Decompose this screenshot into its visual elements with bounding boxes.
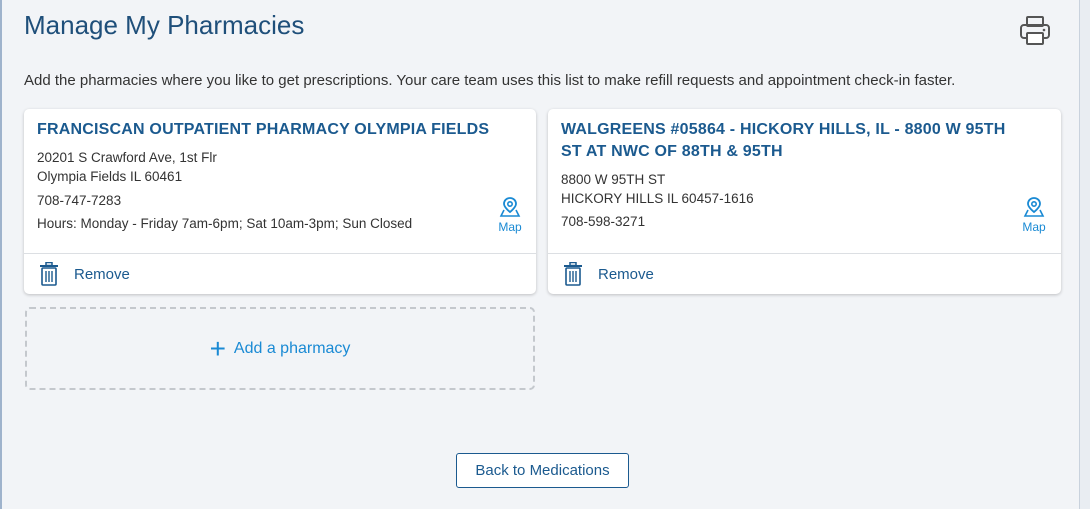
pharmacy-address-line2: Olympia Fields IL 60461 [37,169,183,184]
trash-icon [40,262,58,286]
page-description: Add the pharmacies where you like to get… [24,72,956,89]
map-button[interactable]: Map [1016,196,1052,240]
printer-icon [1020,16,1050,45]
pharmacies-page: Manage My Pharmacies Add the pharmacies … [0,0,1080,509]
remove-button[interactable]: Remove [38,260,130,288]
pharmacy-name-link[interactable]: FRANCISCAN OUTPATIENT PHARMACY OLYMPIA F… [37,119,496,141]
print-button[interactable] [1018,14,1052,48]
remove-label: Remove [74,265,130,283]
pharmacy-phone: 708-598-3271 [561,214,646,229]
plus-icon: + [209,332,226,364]
map-label: Map [498,220,522,234]
pharmacy-hours: Hours: Monday - Friday 7am-6pm; Sat 10am… [37,216,413,231]
card-divider [548,253,1061,254]
card-divider [24,253,536,254]
add-pharmacy-label: Add a pharmacy [233,339,351,357]
trash-icon [564,262,582,286]
pharmacy-phone: 708-747-7283 [37,193,122,208]
map-pin-icon [1023,197,1045,217]
pharmacy-card: WALGREENS #05864 - HICKORY HILLS, IL - 8… [548,109,1061,294]
pharmacy-address-line2: HICKORY HILLS IL 60457-1616 [561,191,754,206]
page-title: Manage My Pharmacies [24,10,305,40]
back-to-medications-button[interactable]: Back to Medications [456,453,629,488]
map-button[interactable]: Map [492,196,528,240]
pharmacy-name-link[interactable]: WALGREENS #05864 - HICKORY HILLS, IL - 8… [561,119,1021,163]
add-pharmacy-button[interactable]: + Add a pharmacy [25,307,535,390]
pharmacy-card: FRANCISCAN OUTPATIENT PHARMACY OLYMPIA F… [24,109,536,294]
remove-button[interactable]: Remove [562,260,654,288]
pharmacy-address-line1: 8800 W 95TH ST [561,172,666,187]
pharmacy-address-line1: 20201 S Crawford Ave, 1st Flr [37,150,217,165]
map-label: Map [1022,220,1046,234]
scrollbar-track[interactable] [1079,0,1090,509]
remove-label: Remove [598,265,654,283]
map-pin-icon [499,197,521,217]
